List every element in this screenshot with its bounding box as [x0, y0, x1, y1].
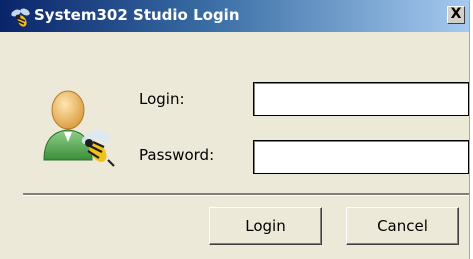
password-input[interactable]	[253, 140, 469, 174]
window-title: System302 Studio Login	[34, 6, 240, 24]
password-label: Password:	[139, 146, 215, 164]
login-button[interactable]: Login	[209, 207, 322, 245]
login-input[interactable]	[253, 82, 469, 116]
close-button[interactable]: X	[447, 6, 465, 24]
user-with-wasp-icon	[43, 90, 115, 167]
login-dialog: System302 Studio Login X Login: Password…	[0, 0, 470, 259]
close-icon: X	[450, 6, 462, 22]
separator	[23, 193, 469, 196]
title-bar[interactable]: System302 Studio Login X	[0, 0, 469, 32]
wasp-icon	[11, 8, 30, 27]
login-label: Login:	[139, 90, 185, 108]
cancel-button[interactable]: Cancel	[346, 207, 459, 245]
